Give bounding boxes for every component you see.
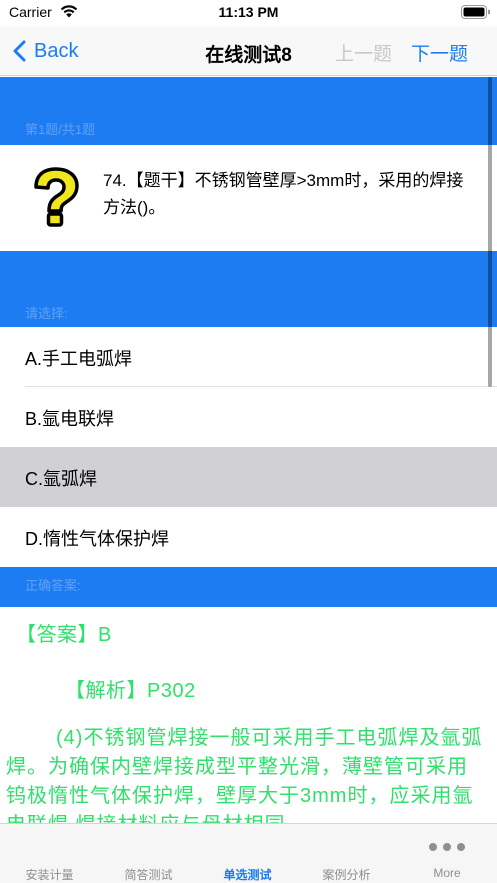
option-d[interactable]: D.惰性气体保护焊: [0, 507, 497, 567]
next-question-button[interactable]: 下一题: [411, 39, 468, 66]
option-label: D.惰性气体保护焊: [25, 529, 169, 549]
tab-case-analysis[interactable]: 案例分析: [297, 824, 396, 883]
tab-more[interactable]: More: [397, 824, 497, 883]
tab-label: 安装计量: [25, 868, 74, 882]
previous-question-button[interactable]: 上一题: [335, 39, 392, 66]
options-header-band: [0, 251, 497, 327]
tab-label: 单选测试: [223, 868, 272, 882]
answer-header-label: 正确答案:: [25, 578, 81, 593]
scroll-indicator[interactable]: [488, 77, 492, 387]
question-mark-icon: [34, 167, 79, 227]
correct-answer: 【答案】B: [16, 624, 112, 646]
option-a[interactable]: A.手工电弧焊: [0, 327, 497, 387]
question-text: 74.【题干】不锈钢管壁厚>3mm时，采用的焊接方法()。: [103, 171, 464, 217]
option-c[interactable]: C.氩弧焊: [0, 447, 497, 507]
tab-label: More: [433, 866, 461, 880]
question-content: 第1题/共1题 74.【题干】不锈钢管壁厚>3mm时，采用的焊接方法()。 请选…: [0, 77, 497, 823]
tab-install-pricing[interactable]: 安装计量: [0, 824, 99, 883]
status-bar: Carrier 11:13 PM: [0, 0, 497, 26]
tab-bar: 安装计量 简答测试 单选测试 案例分析 More: [0, 823, 497, 883]
options-header-label: 请选择:: [25, 306, 68, 321]
question-stem: 74.【题干】不锈钢管壁厚>3mm时，采用的焊接方法()。: [0, 145, 497, 251]
back-button[interactable]: Back: [12, 36, 78, 66]
option-label: B.氩电联焊: [25, 409, 115, 429]
chevron-left-icon: [13, 40, 26, 62]
more-dots-icon: [429, 843, 465, 851]
question-counter: 第1题/共1题: [25, 122, 96, 137]
answer-explanation: 【答案】B 【解析】P302 (4)不锈钢管焊接一般可采用手工电弧焊及氩弧焊。为…: [0, 607, 497, 823]
explanation-text: (4)不锈钢管焊接一般可采用手工电弧焊及氩弧焊。为确保内壁焊接成型平整光滑，薄壁…: [6, 727, 483, 823]
battery-icon: [461, 5, 490, 19]
option-label: C.氩弧焊: [25, 469, 97, 489]
back-label: Back: [34, 39, 79, 62]
navigation-bar: Back 在线测试8 上一题 下一题: [0, 26, 497, 76]
option-label: A.手工电弧焊: [25, 349, 133, 369]
analysis-reference: 【解析】P302: [65, 680, 196, 702]
tab-label: 案例分析: [322, 868, 371, 882]
tab-label: 简答测试: [124, 868, 173, 882]
tab-single-choice-test[interactable]: 单选测试: [198, 824, 297, 883]
option-b[interactable]: B.氩电联焊: [0, 387, 497, 447]
tab-short-answer-test[interactable]: 简答测试: [99, 824, 198, 883]
status-time: 11:13 PM: [218, 4, 279, 20]
